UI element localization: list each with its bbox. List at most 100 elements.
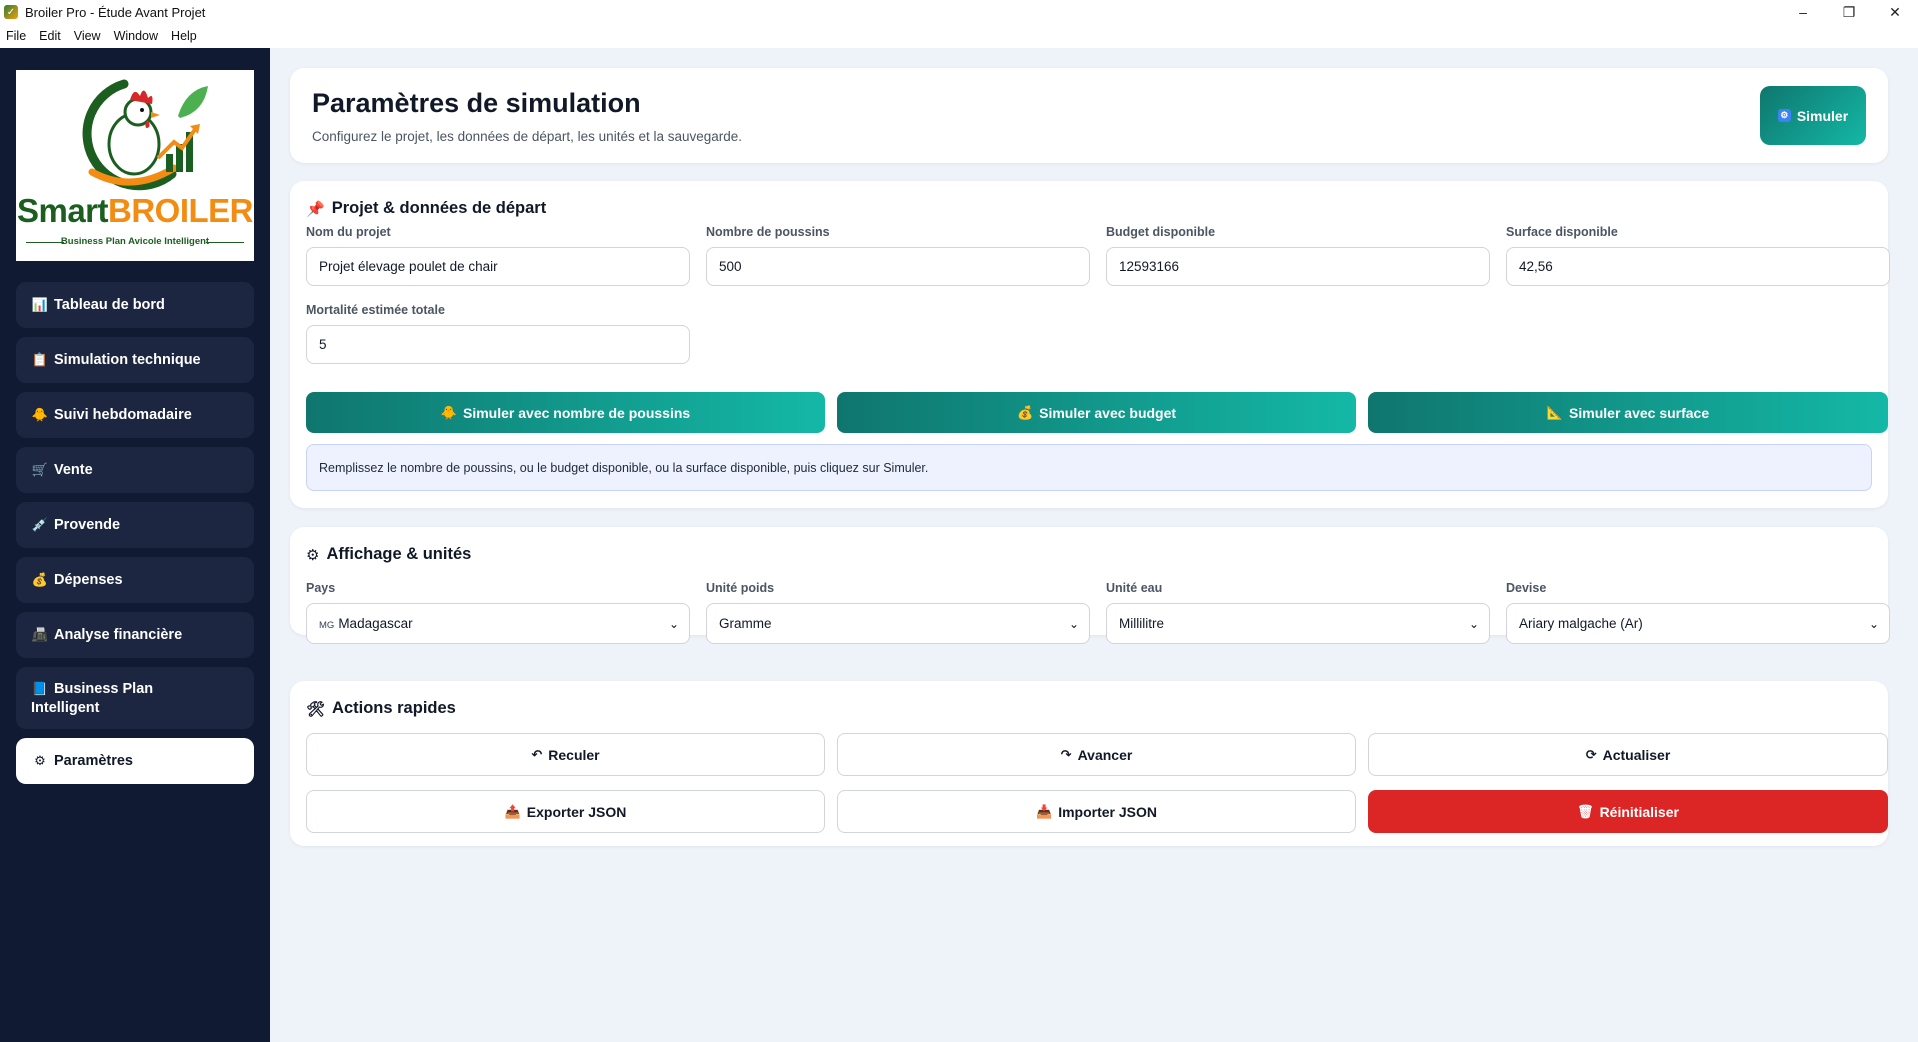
sidebar-item-analyse-financiere[interactable]: 📠 Analyse financière (16, 612, 254, 658)
reset-button[interactable]: 🗑 Réinitialiser (1368, 790, 1888, 833)
simulate-by-surface-button[interactable]: 📐 Simuler avec surface (1368, 392, 1888, 433)
field-label: Unité poids (706, 581, 775, 595)
main-content: Paramètres de simulation Configurez le p… (270, 48, 1918, 1042)
brand-name-smart: Smart (16, 192, 109, 229)
sidebar-item-label: Suivi hebdomadaire (54, 407, 192, 423)
page-subtitle: Configurez le projet, les données de dép… (312, 129, 743, 144)
import-json-button[interactable]: 📥 Importer JSON (837, 790, 1356, 833)
tools-icon: 🛠 (306, 700, 326, 718)
chicks-count-field: Nombre de poussins 500 (706, 225, 1090, 286)
restore-button[interactable]: ❐ (1826, 0, 1872, 24)
app-icon: ✓ (4, 5, 18, 19)
weight-unit-select[interactable]: Gramme ⌄ (706, 603, 1090, 644)
redo-icon: ↷ (1060, 746, 1072, 762)
field-label: Budget disponible (1106, 225, 1216, 239)
sidebar-item-provende[interactable]: 💉 Provende (16, 502, 254, 548)
chevron-down-icon: ⌄ (1868, 616, 1879, 631)
water-unit-select[interactable]: Millilitre ⌄ (1106, 603, 1490, 644)
info-message: Remplissez le nombre de poussins, ou le … (306, 444, 1872, 491)
brand-name-broiler: BROILER (108, 192, 254, 229)
button-label: Exporter JSON (526, 803, 627, 820)
section-title-text: Affichage & unités (326, 545, 472, 563)
field-label: Nombre de poussins (706, 225, 830, 239)
money-bag-icon: 💰 (31, 572, 49, 587)
refresh-button[interactable]: ⟳ Actualiser (1368, 733, 1888, 776)
currency-select[interactable]: Ariary malgache (Ar) ⌄ (1506, 603, 1890, 644)
field-label: Mortalité estimée totale (306, 303, 445, 317)
display-section-title: ⚙ Affichage & unités (306, 545, 471, 564)
menu-edit[interactable]: Edit (39, 29, 61, 43)
sidebar-item-simulation-technique[interactable]: 📋 Simulation technique (16, 337, 254, 383)
menu-help[interactable]: Help (171, 29, 197, 43)
menu-window[interactable]: Window (114, 29, 158, 43)
trash-icon: 🗑 (1577, 803, 1594, 819)
window-titlebar: ✓ Broiler Pro - Étude Avant Projet – ❐ ✕ (0, 0, 1918, 24)
menubar: File Edit View Window Help (0, 24, 1918, 48)
simulate-button-label: Simuler (1796, 107, 1849, 124)
sidebar-item-business-plan[interactable]: 📘 Business Plan Intelligent (16, 667, 254, 729)
gear-icon: ⚙ (1777, 109, 1791, 122)
export-json-button[interactable]: 📤 Exporter JSON (306, 790, 825, 833)
sidebar-item-label: Provende (54, 517, 121, 533)
gear-icon: ⚙ (34, 753, 46, 768)
country-value: Madagascar (338, 616, 413, 631)
project-card: 📌 Projet & données de départ Nom du proj… (290, 181, 1890, 508)
rooster-logo-icon (82, 79, 208, 191)
header-card: Paramètres de simulation Configurez le p… (290, 68, 1888, 163)
sidebar-item-label: Simulation technique (54, 352, 201, 368)
select-value: Gramme (719, 616, 772, 631)
mortality-input[interactable]: 5 (306, 325, 690, 364)
budget-field: Budget disponible 12593166 (1106, 225, 1490, 286)
outbox-tray-icon: 📤 (504, 803, 521, 819)
brand-logo: SmartBROILER Business Plan Avicole Intel… (16, 70, 254, 261)
sidebar-item-label: Tableau de bord (54, 297, 165, 313)
chick-icon: 🐥 (31, 407, 49, 422)
project-name-field: Nom du projet Projet élevage poulet de c… (306, 225, 690, 286)
button-label: Reculer (548, 746, 600, 763)
project-name-input[interactable]: Projet élevage poulet de chair (306, 247, 690, 286)
window-controls: – ❐ ✕ (1780, 0, 1918, 24)
budget-input[interactable]: 12593166 (1106, 247, 1490, 286)
refresh-icon: ⟳ (1585, 746, 1597, 762)
sidebar: SmartBROILER Business Plan Avicole Intel… (0, 48, 270, 1042)
section-title-text: Actions rapides (332, 699, 456, 717)
sidebar-nav: 📊 Tableau de bord 📋 Simulation technique… (16, 282, 254, 793)
sidebar-item-label: Business Plan Intelligent (31, 680, 154, 716)
country-select[interactable]: MG Madagascar ⌄ (306, 603, 690, 644)
sidebar-item-vente[interactable]: 🛒 Vente (16, 447, 254, 493)
money-bag-icon: 💰 (1016, 404, 1034, 420)
button-label: Simuler avec nombre de poussins (463, 404, 691, 421)
simulate-button[interactable]: ⚙ Simuler (1760, 86, 1866, 145)
simulate-by-chicks-button[interactable]: 🐥 Simuler avec nombre de poussins (306, 392, 825, 433)
field-label: Surface disponible (1506, 225, 1618, 239)
button-label: Simuler avec budget (1039, 404, 1177, 421)
menu-view[interactable]: View (74, 29, 101, 43)
sidebar-item-depenses[interactable]: 💰 Dépenses (16, 557, 254, 603)
brand-wordmark: SmartBROILER (16, 192, 254, 230)
window-title: Broiler Pro - Étude Avant Projet (25, 4, 206, 20)
select-value: Ariary malgache (Ar) (1519, 616, 1643, 631)
sidebar-item-parametres[interactable]: ⚙ Paramètres (16, 738, 254, 784)
redo-button[interactable]: ↷ Avancer (837, 733, 1356, 776)
chick-icon: 🐥 (440, 404, 457, 420)
sidebar-item-suivi-hebdomadaire[interactable]: 🐥 Suivi hebdomadaire (16, 392, 254, 438)
display-units-card: ⚙ Affichage & unités Pays MG Madagascar ⌄… (290, 527, 1890, 644)
pushpin-icon: 📌 (306, 200, 325, 218)
minimize-button[interactable]: – (1780, 0, 1826, 24)
chicks-count-input[interactable]: 500 (706, 247, 1090, 286)
menu-file[interactable]: File (6, 29, 26, 43)
undo-button[interactable]: ↶ Reculer (306, 733, 825, 776)
field-label: Devise (1506, 581, 1547, 595)
sidebar-item-tableau-de-bord[interactable]: 📊 Tableau de bord (16, 282, 254, 328)
page-title: Paramètres de simulation (312, 88, 641, 118)
bar-chart-icon: 📊 (31, 297, 49, 312)
close-button[interactable]: ✕ (1872, 0, 1918, 24)
select-value: MG Madagascar (319, 616, 413, 631)
water-unit-field: Unité eau Millilitre ⌄ (1106, 581, 1490, 644)
sidebar-item-content: 📘 Business Plan Intelligent (31, 679, 221, 718)
simulate-by-budget-button[interactable]: 💰 Simuler avec budget (837, 392, 1356, 433)
section-title-text: Projet & données de départ (331, 199, 547, 217)
triangular-ruler-icon: 📐 (1546, 404, 1564, 420)
button-label: Actualiser (1602, 746, 1671, 763)
surface-input[interactable]: 42,56 (1506, 247, 1890, 286)
